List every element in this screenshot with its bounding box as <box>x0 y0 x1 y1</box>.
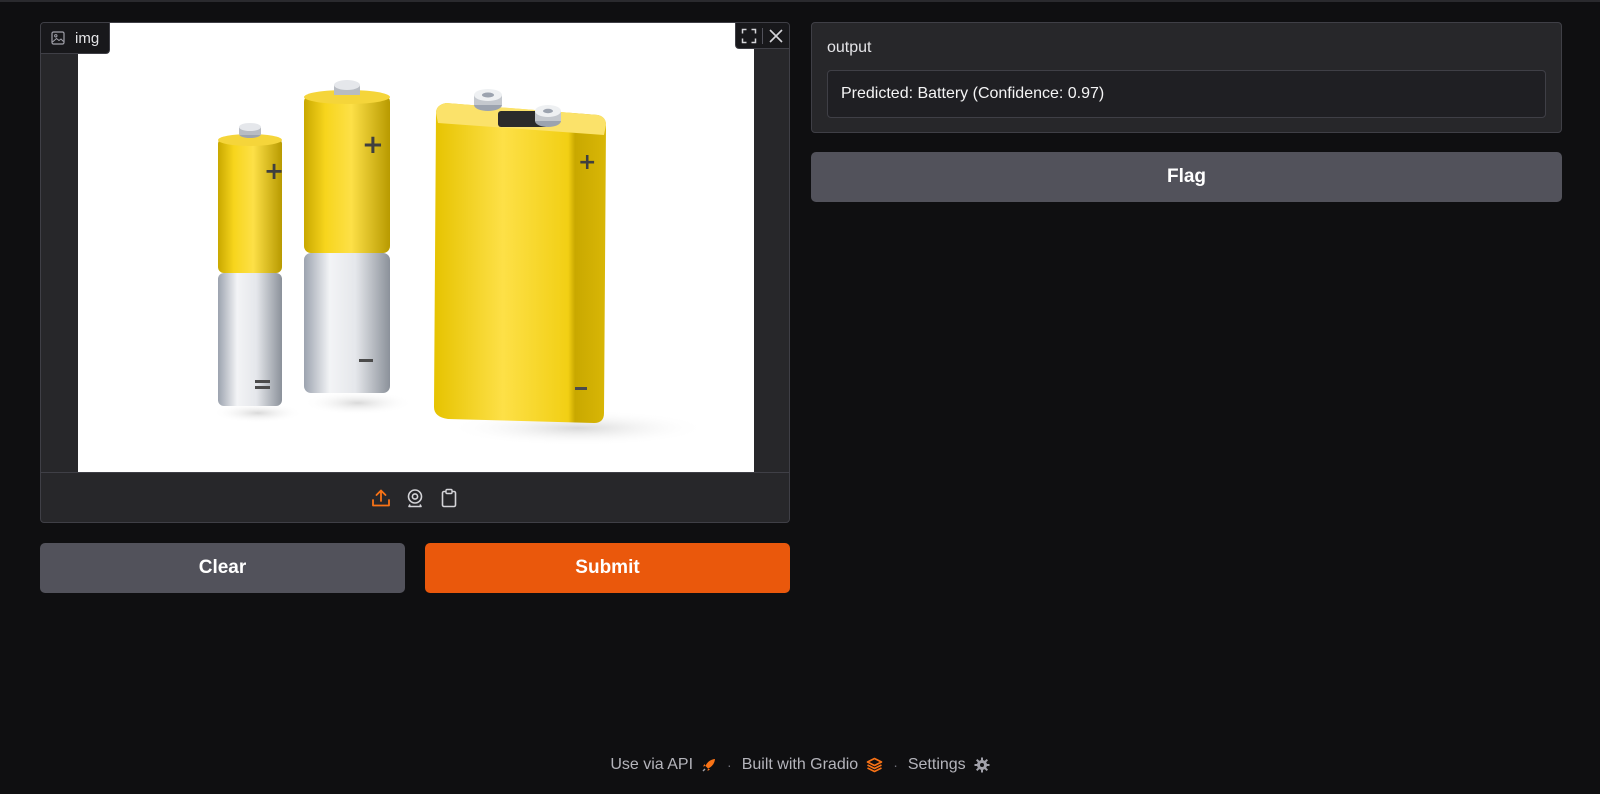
fullscreen-button[interactable] <box>736 23 762 49</box>
image-label-tab: img <box>41 23 111 54</box>
battery-photo: + + + <box>213 80 708 446</box>
webcam-icon <box>407 488 423 507</box>
svg-text:+: + <box>362 130 384 160</box>
image-source-bar <box>41 472 789 522</box>
flag-button[interactable]: Flag <box>811 152 1562 202</box>
output-textbox[interactable]: Predicted: Battery (Confidence: 0.97) <box>827 70 1546 118</box>
close-icon <box>769 28 783 43</box>
image-label-text: img <box>75 29 100 47</box>
image-icon <box>51 31 65 45</box>
top-rule <box>0 0 1600 2</box>
submit-button[interactable]: Submit <box>425 543 790 593</box>
gradio-logo-icon <box>866 757 883 773</box>
footer-separator: · <box>893 757 898 773</box>
webcam-button[interactable] <box>403 486 427 510</box>
image-input-panel: img + + + <box>40 22 790 523</box>
gear-icon <box>974 757 990 773</box>
uploaded-image: + + + <box>78 23 754 473</box>
clear-button[interactable]: Clear <box>40 543 405 593</box>
remove-image-button[interactable] <box>763 23 789 49</box>
rocket-icon <box>702 759 716 772</box>
upload-icon <box>372 489 390 506</box>
image-corner-tools <box>735 23 789 49</box>
upload-button[interactable] <box>369 486 393 510</box>
output-label: output <box>827 39 872 56</box>
use-via-api-link[interactable]: Use via API <box>610 756 717 774</box>
fullscreen-icon <box>741 28 757 43</box>
settings-label: Settings <box>907 756 966 773</box>
output-panel: output Predicted: Battery (Confidence: 0… <box>811 22 1562 133</box>
svg-text:+: + <box>264 157 284 185</box>
use-via-api-label: Use via API <box>610 756 694 773</box>
svg-text:+: + <box>578 150 596 175</box>
clipboard-icon <box>441 488 457 507</box>
built-with-gradio-label: Built with Gradio <box>741 756 859 773</box>
footer: Use via API · Built with Gradio · Settin… <box>0 752 1600 778</box>
settings-link[interactable]: Settings <box>908 756 990 774</box>
clipboard-button[interactable] <box>437 486 461 510</box>
built-with-gradio-link[interactable]: Built with Gradio <box>742 756 884 774</box>
footer-separator: · <box>727 757 732 773</box>
